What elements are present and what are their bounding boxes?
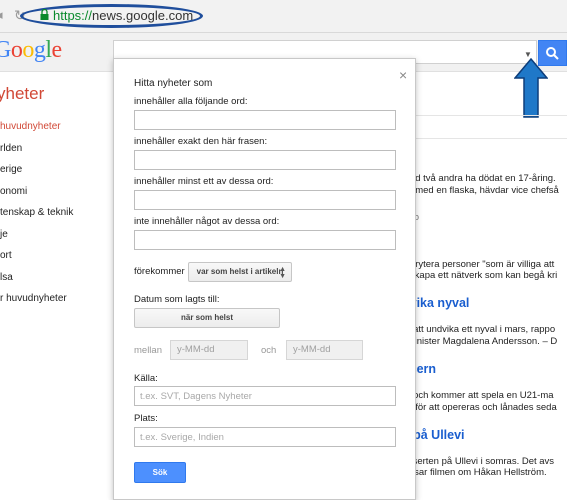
sidebar-item[interactable]: je bbox=[0, 229, 73, 251]
sidebar-item[interactable]: tenskap & teknik bbox=[0, 207, 73, 229]
place-label: Plats: bbox=[134, 413, 158, 424]
article-snippet: en med en flaska, hävdar vice chefså bbox=[402, 185, 559, 196]
source-label: Källa: bbox=[134, 373, 158, 384]
url-scheme: https:// bbox=[53, 8, 93, 23]
section-title: yheter bbox=[0, 84, 45, 103]
sidebar-item[interactable]: r huvudnyheter bbox=[0, 293, 73, 315]
article-snippet: a skapa ett nätverk som kan begå kri bbox=[402, 270, 558, 281]
date-value: när som helst bbox=[180, 313, 233, 322]
all-words-label: innehåller alla följande ord: bbox=[134, 96, 248, 107]
browser-toolbar: ◂ ↻ https://news.google.com bbox=[0, 0, 567, 33]
article-snippet: nd för att opereras och lånades seda bbox=[402, 402, 557, 413]
advanced-search-dialog: × Hitta nyheter som innehåller alla följ… bbox=[113, 58, 416, 500]
article-snippet: onserten på Ullevi i somras. Det avs bbox=[402, 456, 555, 467]
none-words-label: inte innehåller något av dessa ord: bbox=[134, 216, 280, 227]
occurrence-label: förekommer bbox=[134, 266, 185, 277]
and-label: och bbox=[261, 345, 277, 356]
lock-icon bbox=[40, 9, 49, 20]
sidebar-item[interactable]: ort bbox=[0, 250, 73, 272]
date-to-input[interactable]: y-MM-dd bbox=[286, 340, 363, 360]
logo-letter: G bbox=[0, 37, 11, 63]
address-bar[interactable]: https://news.google.com bbox=[53, 8, 193, 23]
date-from-input[interactable]: y-MM-dd bbox=[170, 340, 248, 360]
close-icon[interactable]: × bbox=[399, 67, 407, 83]
sidebar-item[interactable]: huvudnyheter bbox=[0, 121, 73, 143]
article-snippet: med två andra ha dödat en 17-åring. bbox=[402, 173, 556, 184]
date-label: Datum som lagts till: bbox=[134, 294, 220, 305]
any-words-label: innehåller minst ett av dessa ord: bbox=[134, 176, 274, 187]
exact-phrase-label: innehåller exakt den här frasen: bbox=[134, 136, 268, 147]
logo-letter: o bbox=[22, 37, 34, 63]
article-snippet: sminister Magdalena Andersson. – D bbox=[402, 336, 558, 347]
article-snippet: t visar filmen om Håkan Hellström. bbox=[402, 467, 547, 478]
sidebar-item[interactable]: lsa bbox=[0, 272, 73, 294]
search-submit-button[interactable]: Sök bbox=[134, 462, 186, 483]
all-words-input[interactable] bbox=[134, 110, 396, 130]
dialog-title: Hitta nyheter som bbox=[134, 78, 213, 89]
sidebar-nav: huvudnyheter rlden erige onomi tenskap & tek… bbox=[0, 121, 73, 315]
logo-letter: e bbox=[51, 37, 63, 63]
back-icon[interactable]: ◂ bbox=[0, 8, 10, 22]
divider bbox=[394, 138, 567, 139]
updown-icon: ▲ ▼ bbox=[279, 266, 286, 280]
sidebar-item[interactable]: rlden bbox=[0, 143, 73, 165]
occurrence-value: var som helst i artikeln bbox=[196, 267, 284, 276]
source-input[interactable] bbox=[134, 386, 396, 406]
divider bbox=[394, 115, 567, 116]
sidebar-item[interactable]: erige bbox=[0, 164, 73, 186]
annotation-arrow-icon bbox=[514, 58, 548, 118]
between-label: mellan bbox=[134, 345, 162, 356]
place-input[interactable] bbox=[134, 427, 396, 447]
article-snippet: or att undvika ett nyval i mars, rappo bbox=[402, 324, 556, 335]
url-host: news.google.com bbox=[92, 8, 194, 23]
none-words-input[interactable] bbox=[134, 230, 396, 250]
article-snippet: rekrytera personer "som är villiga att bbox=[402, 259, 555, 270]
date-select[interactable]: när som helst bbox=[134, 308, 280, 328]
logo-letter: g bbox=[33, 37, 46, 63]
occurrence-select[interactable]: var som helst i artikeln ▲ ▼ bbox=[188, 262, 292, 282]
exact-phrase-input[interactable] bbox=[134, 150, 396, 170]
any-words-input[interactable] bbox=[134, 190, 396, 210]
sidebar-item[interactable]: onomi bbox=[0, 186, 73, 208]
article-snippet: er och kommer att spela en U21-ma bbox=[402, 390, 554, 401]
logo-letter: o bbox=[10, 37, 23, 63]
google-logo[interactable]: Google bbox=[0, 37, 62, 64]
